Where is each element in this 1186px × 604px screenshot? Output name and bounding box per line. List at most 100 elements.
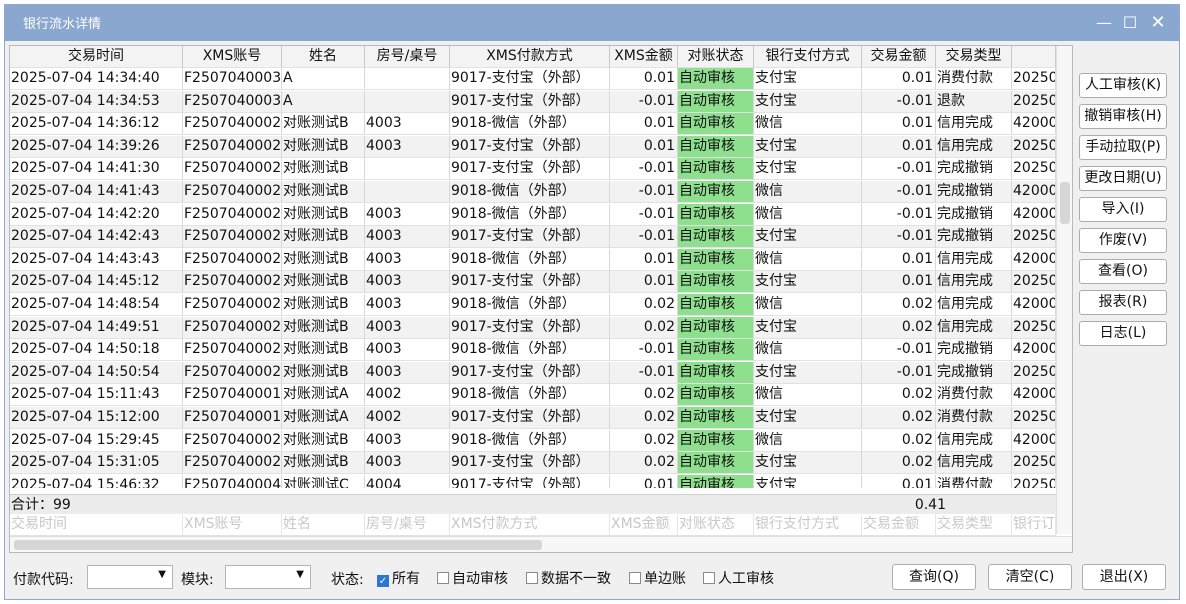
filter-cell-trans-amount[interactable]: 交易金额: [862, 514, 936, 536]
table-row[interactable]: 2025-07-04 14:42:43 F2507040002 对账测试B 4003 9…: [10, 226, 1056, 249]
column-header-trans-type[interactable]: 交易类型: [936, 46, 1012, 68]
vertical-scrollbar[interactable]: [1056, 46, 1072, 534]
cell-bank-payment: 支付宝: [754, 135, 862, 158]
filter-cell-xms-payment[interactable]: XMS付款方式: [450, 514, 610, 536]
table-row[interactable]: 2025-07-04 14:41:43 F2507040002 对账测试B 9018-…: [10, 181, 1056, 203]
column-header-xms-account[interactable]: XMS账号: [183, 46, 282, 68]
table-row[interactable]: 2025-07-04 15:12:00 F2507040001 对账测试A 4002 9…: [10, 407, 1056, 429]
table-row[interactable]: 2025-07-04 14:34:53 F2507040003 A 9017-支付宝（…: [10, 90, 1056, 113]
checkbox-icon[interactable]: [703, 572, 715, 584]
grid-body[interactable]: 2025-07-04 14:34:40 F2507040003 A 9017-支付宝（…: [10, 68, 1056, 488]
status-option-data-mismatch[interactable]: 数据不一致: [526, 568, 611, 588]
table-row[interactable]: 2025-07-04 14:45:12 F2507040002 对账测试B 4003 9…: [10, 271, 1056, 294]
module-select[interactable]: ▼: [225, 565, 311, 589]
table-row[interactable]: 2025-07-04 14:42:20 F2507040002 对账测试B 4003 9…: [10, 203, 1056, 226]
column-header-trans-amount[interactable]: 交易金额: [862, 46, 936, 68]
minimize-icon[interactable]: —: [1091, 11, 1117, 35]
column-header-reconcile-status[interactable]: 对账状态: [678, 46, 754, 68]
filter-cell-time[interactable]: 交易时间: [10, 514, 183, 536]
filter-cell-xms-account[interactable]: XMS账号: [183, 514, 282, 536]
cancel-review-button[interactable]: 撤销审核(H): [1079, 104, 1167, 129]
transaction-grid[interactable]: 交易时间 XMS账号 姓名 房号/桌号 XMS付款方式 XMS金额 对账状态 银行支付方式 交易…: [9, 45, 1073, 553]
checkbox-icon[interactable]: [526, 572, 538, 584]
table-row[interactable]: 2025-07-04 14:43:43 F2507040002 对账测试B 4003 9…: [10, 248, 1056, 271]
horizontal-scroll-thumb[interactable]: [14, 540, 542, 550]
title-bar[interactable]: 银行流水详情 — ☐ ✕: [5, 5, 1179, 41]
filter-cell-name[interactable]: 姓名: [282, 514, 365, 536]
maximize-icon[interactable]: ☐: [1117, 11, 1143, 35]
column-header-bank-order[interactable]: [1012, 46, 1056, 68]
import-button[interactable]: 导入(I): [1079, 197, 1167, 222]
cell-trans-amount: 0.01: [862, 68, 936, 90]
cell-bank-payment: 支付宝: [754, 68, 862, 90]
filter-cell-bank-order[interactable]: 银行订: [1012, 514, 1056, 536]
checkbox-icon[interactable]: [629, 572, 641, 584]
column-header-xms-payment[interactable]: XMS付款方式: [450, 46, 610, 68]
clear-button[interactable]: 清空(C): [988, 564, 1072, 590]
filter-cell-xms-amount[interactable]: XMS金额: [610, 514, 678, 536]
filter-cell-bank-payment[interactable]: 银行支付方式: [754, 514, 862, 536]
filter-cell-trans-type[interactable]: 交易类型: [936, 514, 1012, 536]
cell-room: 4003: [365, 361, 450, 384]
table-row[interactable]: 2025-07-04 14:50:54 F2507040002 对账测试B 4003 9…: [10, 361, 1056, 384]
status-option-all[interactable]: ✓ 所有: [377, 568, 420, 588]
close-icon[interactable]: ✕: [1145, 11, 1171, 35]
cell-name: 对账测试B: [282, 361, 365, 384]
query-button[interactable]: 查询(Q): [892, 564, 976, 590]
cell-trans-amount: 0.01: [862, 113, 936, 136]
cell-time: 2025-07-04 14:49:51: [10, 316, 183, 339]
column-header-name[interactable]: 姓名: [282, 46, 365, 68]
table-row[interactable]: 2025-07-04 15:11:43 F2507040001 对账测试A 4002 9…: [10, 384, 1056, 407]
table-row[interactable]: 2025-07-04 15:46:32 F2507040004 对账测试C 4004 9…: [10, 474, 1056, 488]
void-button[interactable]: 作废(V): [1079, 228, 1167, 253]
cell-xms-amount: -0.01: [610, 203, 678, 226]
checkbox-icon[interactable]: [437, 572, 449, 584]
column-header-time[interactable]: 交易时间: [10, 46, 183, 68]
view-button[interactable]: 查看(O): [1079, 259, 1167, 284]
manual-pull-button[interactable]: 手动拉取(P): [1079, 135, 1167, 160]
status-option-auto-review[interactable]: 自动审核: [437, 568, 508, 588]
cell-xms-payment: 9018-微信（外部）: [450, 294, 610, 316]
table-row[interactable]: 2025-07-04 14:36:12 F2507040002 对账测试B 4003 9…: [10, 113, 1056, 136]
cell-trans-amount: -0.01: [862, 158, 936, 181]
exit-button[interactable]: 退出(X): [1082, 564, 1166, 590]
chevron-down-icon: ▼: [158, 569, 166, 580]
table-row[interactable]: 2025-07-04 14:48:54 F2507040002 对账测试B 4003 9…: [10, 294, 1056, 316]
column-header-xms-amount[interactable]: XMS金额: [610, 46, 678, 68]
horizontal-scrollbar[interactable]: [10, 536, 1072, 552]
table-row[interactable]: 2025-07-04 14:50:18 F2507040002 对账测试B 4003 9…: [10, 339, 1056, 362]
log-button[interactable]: 日志(L): [1079, 321, 1167, 346]
pay-code-select[interactable]: ▼: [87, 565, 173, 589]
cell-trans-type: 信用完成: [936, 452, 1012, 475]
vertical-scroll-thumb[interactable]: [1060, 182, 1070, 224]
filter-row[interactable]: 交易时间 XMS账号 姓名 房号/桌号 XMS付款方式 XMS金额 对账状态 银行支付方式 交易…: [10, 514, 1056, 536]
filter-cell-room[interactable]: 房号/桌号: [365, 514, 450, 536]
manual-review-button[interactable]: 人工审核(K): [1079, 73, 1167, 98]
cell-time: 2025-07-04 14:42:43: [10, 226, 183, 249]
cell-xms-account: F2507040002: [183, 294, 282, 316]
checkbox-checked-icon[interactable]: ✓: [377, 575, 389, 587]
column-header-bank-payment[interactable]: 银行支付方式: [754, 46, 862, 68]
report-button[interactable]: 报表(R): [1079, 290, 1167, 315]
table-row[interactable]: 2025-07-04 15:29:45 F2507040002 对账测试B 4003 9…: [10, 429, 1056, 452]
cell-reconcile-status: 自动审核: [678, 158, 754, 181]
table-row[interactable]: 2025-07-04 14:34:40 F2507040003 A 9017-支付宝（…: [10, 68, 1056, 90]
status-option-manual-review[interactable]: 人工审核: [703, 568, 774, 588]
cell-name: 对账测试B: [282, 226, 365, 249]
cell-bank-order: 42000: [1012, 181, 1056, 203]
cell-trans-type: 信用完成: [936, 248, 1012, 271]
table-row[interactable]: 2025-07-04 14:41:30 F2507040002 对账测试B 9017-…: [10, 158, 1056, 181]
cell-name: 对账测试B: [282, 271, 365, 294]
filter-cell-reconcile-status[interactable]: 对账状态: [678, 514, 754, 536]
cell-bank-order: 42000: [1012, 248, 1056, 271]
column-header-room[interactable]: 房号/桌号: [365, 46, 450, 68]
status-option-label: 所有: [392, 571, 420, 587]
table-row[interactable]: 2025-07-04 14:39:26 F2507040002 对账测试B 4003 9…: [10, 135, 1056, 158]
change-date-button[interactable]: 更改日期(U): [1079, 166, 1167, 191]
table-row[interactable]: 2025-07-04 14:49:51 F2507040002 对账测试B 4003 9…: [10, 316, 1056, 339]
status-option-single-side[interactable]: 单边账: [629, 568, 686, 588]
table-row[interactable]: 2025-07-04 15:31:05 F2507040002 对账测试B 4003 9…: [10, 452, 1056, 475]
cell-reconcile-status: 自动审核: [678, 248, 754, 271]
cell-bank-payment: 微信: [754, 339, 862, 362]
cell-trans-type: 完成撤销: [936, 181, 1012, 203]
